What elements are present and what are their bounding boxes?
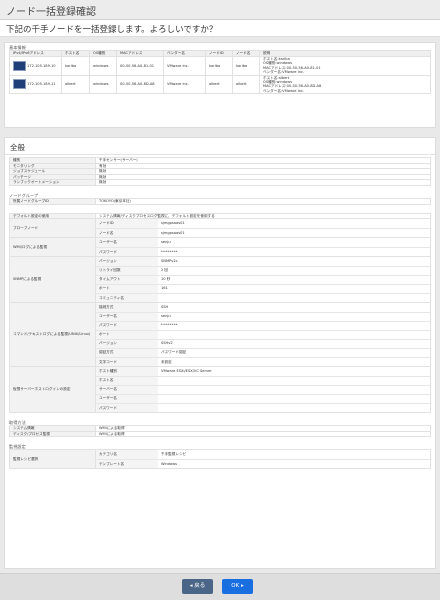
back-button[interactable]: ◂ 戻る — [182, 579, 213, 594]
monitor-heading: 監視設定 — [9, 444, 26, 450]
acquire-table: システム情報 WMIによる取得 ディスク/プロセス監視 WMIによる取得 — [9, 425, 431, 438]
settings-table: デフォルト設定の使用 システム情報/ディスクプロセスログ監視に、デフォルト設定を使… — [9, 212, 431, 414]
table-row: 172.105.189.11 albert windows 00-50-56-A… — [9, 74, 431, 95]
node-group-heading: ノードグループ — [9, 192, 39, 198]
general-title: 全般 — [5, 138, 435, 155]
general-panel: 全般 種別 千手センサー(サーバー) モニタリング 有効 ジョブスケジュール 無効 パ… — [4, 137, 436, 569]
probe-node-subtable: ノードID sjmgpsaas01 ノード名 sjmgpsaas01 — [96, 219, 430, 237]
monitor-table: 監視レシピ選択 カテゴリ名 千手監視レシピ テンプレート名 Windows — [9, 449, 431, 470]
device-table: IPv4/IPv6アドレス ホスト名 OS種別 MACアドレス ベンダー名 ノー… — [9, 50, 431, 95]
vhost-subtable: ホスト種別 VMware ESXi/ESX/VC Server ホスト名 サーバー… — [96, 367, 430, 412]
snmp-subtable: バージョン SNMPv2c リトライ回数 2 回 タイムアウト 10 秒 ポート 161… — [96, 257, 430, 302]
basic-info-heading: 基本情報 — [9, 45, 26, 50]
confirm-message: 下記の千手ノードを一括登録します。よろしいですか？ — [0, 20, 440, 37]
general-table: 種別 千手センサー(サーバー) モニタリング 有効 ジョブスケジュール 無効 パッチー… — [9, 157, 431, 186]
wmi-subtable: ユーザー名 senju パスワード ******** — [96, 238, 430, 256]
node-group-table: 所属ノードグループID TOKOYO(東京本社) — [9, 198, 431, 205]
footer-bar: ◂ 戻る OK ▸ — [0, 573, 440, 600]
command-subtable: 接続方式 SSH ユーザー名 senju パスワード ******** ポート バージ… — [96, 303, 430, 366]
recipe-subtable: カテゴリ名 千手監視レシピ テンプレート名 Windows — [96, 450, 430, 468]
basic-info-panel: 基本情報 IPv4/IPv6アドレス ホスト名 OS種別 MACアドレス ベンダ… — [4, 42, 436, 128]
window-title: ノード一括登録確認 — [0, 0, 440, 20]
ok-button[interactable]: OK ▸ — [222, 579, 253, 594]
server-icon — [13, 79, 26, 90]
acquire-heading: 取得方法 — [9, 420, 26, 426]
table-row: 172.105.189.10 kariba windows 00-50-56-A… — [9, 56, 431, 76]
server-icon — [13, 60, 26, 71]
